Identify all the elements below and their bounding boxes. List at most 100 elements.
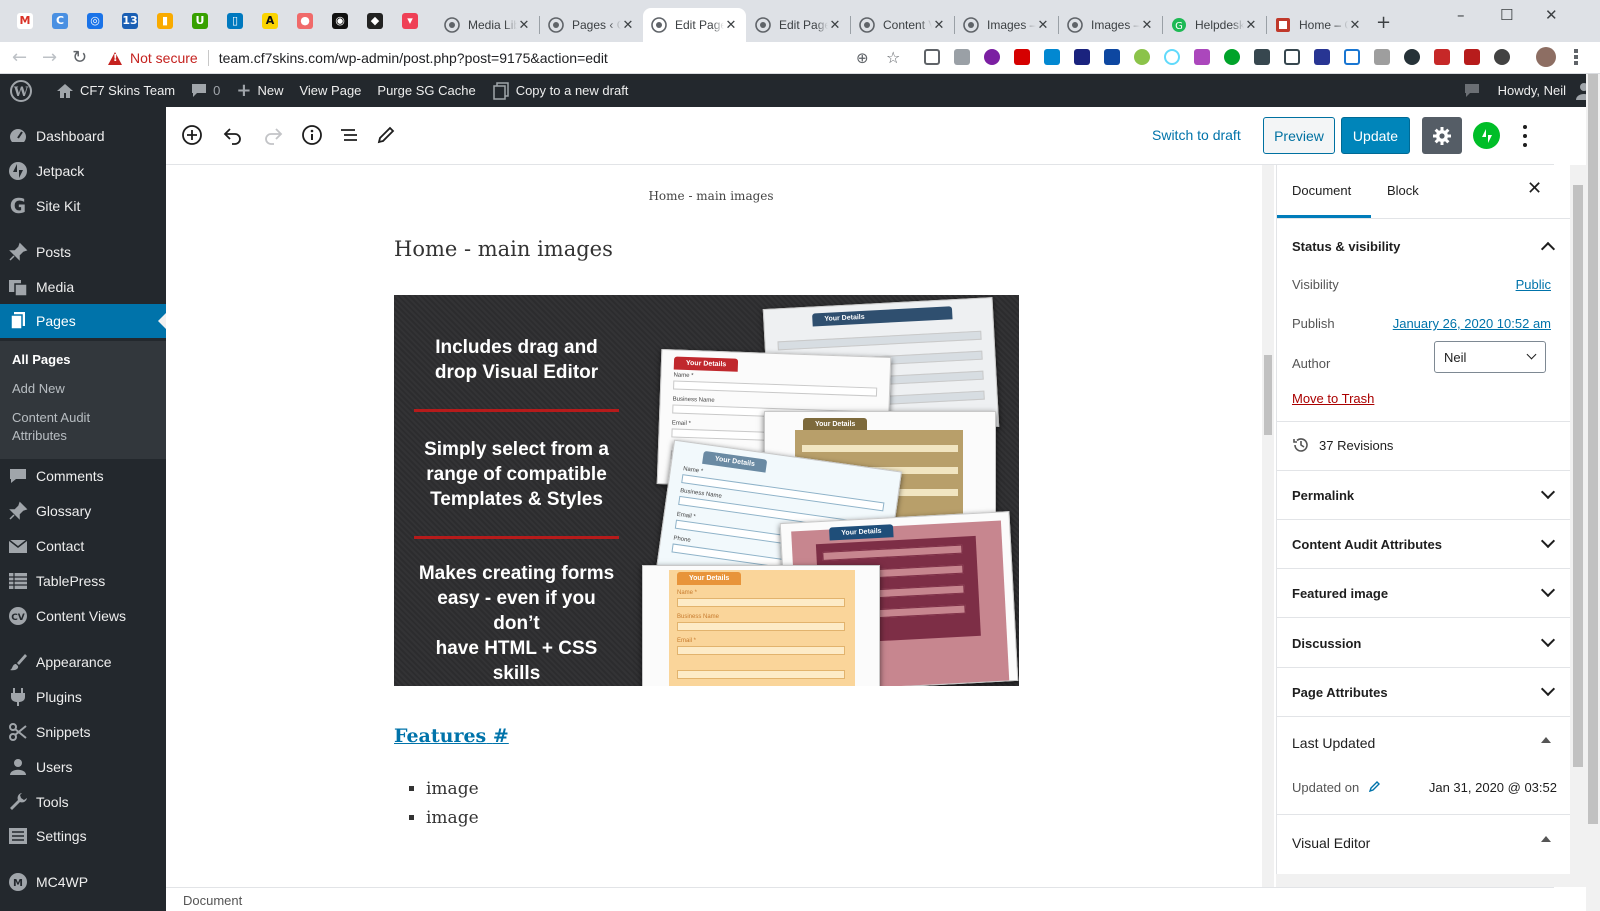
bookmark-icon[interactable]: ● [297, 13, 313, 29]
close-icon[interactable]: ✕ [621, 17, 635, 33]
chevron-down-icon[interactable] [1540, 582, 1556, 598]
react-icon[interactable] [1164, 49, 1180, 65]
profile-avatar[interactable] [1536, 47, 1556, 67]
submenu-add-new[interactable]: Add New [12, 380, 65, 398]
outline-button[interactable] [337, 123, 361, 147]
menu-item-plugins[interactable]: Plugins [0, 680, 166, 714]
scrollbar-thumb[interactable] [1264, 355, 1272, 435]
close-icon[interactable]: ✕ [517, 17, 531, 33]
url-text[interactable]: team.cf7skins.com/wp-admin/post.php?post… [219, 50, 608, 66]
menu-item-dashboard[interactable]: Dashboard [0, 119, 166, 153]
panel-permalink[interactable]: Permalink [1277, 471, 1570, 520]
bookmark-icon[interactable]: A [262, 13, 278, 29]
revisions-link[interactable]: 37 Revisions [1292, 436, 1393, 454]
update-button[interactable]: Update [1341, 117, 1410, 154]
panel-title[interactable]: Featured image [1292, 586, 1388, 601]
panel-title[interactable]: Status & visibility [1292, 239, 1400, 254]
hero-image-block[interactable]: Includes drag and drop Visual Editor Sim… [394, 295, 1019, 686]
menu-item-settings[interactable]: Settings [0, 819, 166, 853]
menu-item-users[interactable]: Users [0, 750, 166, 784]
bookmark-icon[interactable]: ◎ [87, 13, 103, 29]
panel-title[interactable]: Page Attributes [1292, 685, 1388, 700]
scrollbar-thumb[interactable] [1588, 74, 1598, 824]
menu-item-appearance[interactable]: Appearance [0, 645, 166, 679]
menu-item-posts[interactable]: Posts [0, 235, 166, 269]
publish-date-toggle[interactable]: January 26, 2020 10:52 am [1393, 316, 1551, 331]
extension-icon[interactable] [1104, 49, 1120, 65]
bookmark-icon[interactable]: ◆ [367, 13, 383, 29]
chevron-down-icon[interactable] [1540, 484, 1556, 500]
extension-icon[interactable] [1134, 49, 1150, 65]
list-item[interactable]: image [426, 808, 479, 837]
forward-button[interactable]: → [42, 47, 57, 68]
upwork-icon[interactable]: U [192, 13, 208, 29]
wordpress-ext-icon[interactable] [1224, 49, 1240, 65]
close-icon[interactable]: ✕ [1140, 17, 1154, 33]
add-block-button[interactable] [180, 123, 204, 147]
extension-icon[interactable] [1194, 49, 1210, 65]
panel-title[interactable]: Permalink [1292, 488, 1354, 503]
chevron-down-icon[interactable] [1540, 681, 1556, 697]
submenu-content-audit[interactable]: Content Audit Attributes [12, 409, 90, 445]
panel-title[interactable]: Visual Editor [1292, 835, 1370, 851]
close-window-button[interactable]: ✕ [1545, 6, 1558, 24]
pocket-icon[interactable]: ▾ [402, 13, 418, 29]
panel-page-attributes[interactable]: Page Attributes [1277, 668, 1570, 717]
sidebar-horizontal-scrollbar[interactable] [1276, 874, 1570, 887]
collapse-icon[interactable] [1541, 836, 1551, 842]
panel-title[interactable]: Last Updated [1292, 735, 1375, 751]
panel-revisions[interactable]: 37 Revisions [1277, 422, 1570, 471]
new-tab-button[interactable]: + [1376, 12, 1391, 33]
panel-featured-image[interactable]: Featured image [1277, 569, 1570, 618]
extension-icon[interactable] [1434, 49, 1450, 65]
menu-icon[interactable] [1574, 49, 1578, 65]
maximize-button[interactable]: ☐ [1500, 6, 1513, 24]
menu-item-snippets[interactable]: Snippets [0, 715, 166, 749]
bookmark-icon[interactable]: C [52, 13, 68, 29]
extension-icon[interactable] [984, 49, 1000, 65]
extension-icon[interactable] [1404, 49, 1420, 65]
minimize-button[interactable]: – [1457, 6, 1465, 24]
reload-button[interactable]: ↻ [72, 47, 87, 68]
panel-discussion[interactable]: Discussion [1277, 618, 1570, 668]
view-page-link[interactable]: View Page [291, 74, 369, 107]
features-list[interactable]: image image [426, 779, 479, 837]
bookmark-icon[interactable]: ◉ [332, 13, 348, 29]
panel-title[interactable]: Content Audit Attributes [1292, 537, 1442, 552]
menu-item-media[interactable]: Media [0, 270, 166, 304]
camera-ext-icon[interactable] [954, 49, 970, 65]
menu-item-glossary[interactable]: Glossary [0, 494, 166, 528]
notification-icon[interactable] [1464, 83, 1480, 98]
gmail-icon[interactable]: M [17, 13, 33, 29]
list-item[interactable]: image [426, 779, 479, 808]
analytics-icon[interactable]: ▮ [157, 13, 173, 29]
panel-content-audit[interactable]: Content Audit Attributes [1277, 520, 1570, 569]
close-icon[interactable]: ✕ [1527, 178, 1542, 199]
collapse-icon[interactable] [1541, 737, 1551, 743]
browser-tab-active[interactable]: Edit Page ✕ [643, 8, 746, 42]
extension-icon[interactable] [1314, 49, 1330, 65]
menu-item-tools[interactable]: Tools [0, 785, 166, 819]
close-icon[interactable]: ✕ [1036, 17, 1050, 33]
submenu-all-pages[interactable]: All Pages [12, 351, 71, 369]
features-heading[interactable]: Features # [394, 725, 509, 747]
close-icon[interactable]: ✕ [828, 17, 842, 33]
browser-tab[interactable]: Media Library ✕ [436, 8, 539, 42]
chevron-down-icon[interactable] [1540, 632, 1556, 648]
more-options-button[interactable] [1520, 122, 1530, 149]
extension-icon[interactable] [1254, 49, 1270, 65]
menu-item-site-kit[interactable]: G Site Kit [0, 189, 166, 223]
star-icon[interactable]: ☆ [886, 48, 900, 67]
extension-icon[interactable] [1074, 49, 1090, 65]
redo-button[interactable] [261, 123, 285, 147]
back-button[interactable]: ← [12, 47, 27, 68]
browser-tab[interactable]: Pages ‹ CF7 ✕ [540, 8, 643, 42]
sidebar-scrollbar[interactable] [1570, 165, 1586, 887]
browser-tab[interactable]: G Helpdesk ✕ [1163, 8, 1266, 42]
address-field[interactable]: Not secure team.cf7skins.com/wp-admin/po… [108, 46, 608, 70]
menu-item-mc4wp[interactable]: M MC4WP [0, 865, 166, 899]
purge-cache-link[interactable]: Purge SG Cache [369, 74, 483, 107]
undo-button[interactable] [221, 123, 245, 147]
extension-icon[interactable] [1344, 49, 1360, 65]
chevron-down-icon[interactable] [1540, 533, 1556, 549]
